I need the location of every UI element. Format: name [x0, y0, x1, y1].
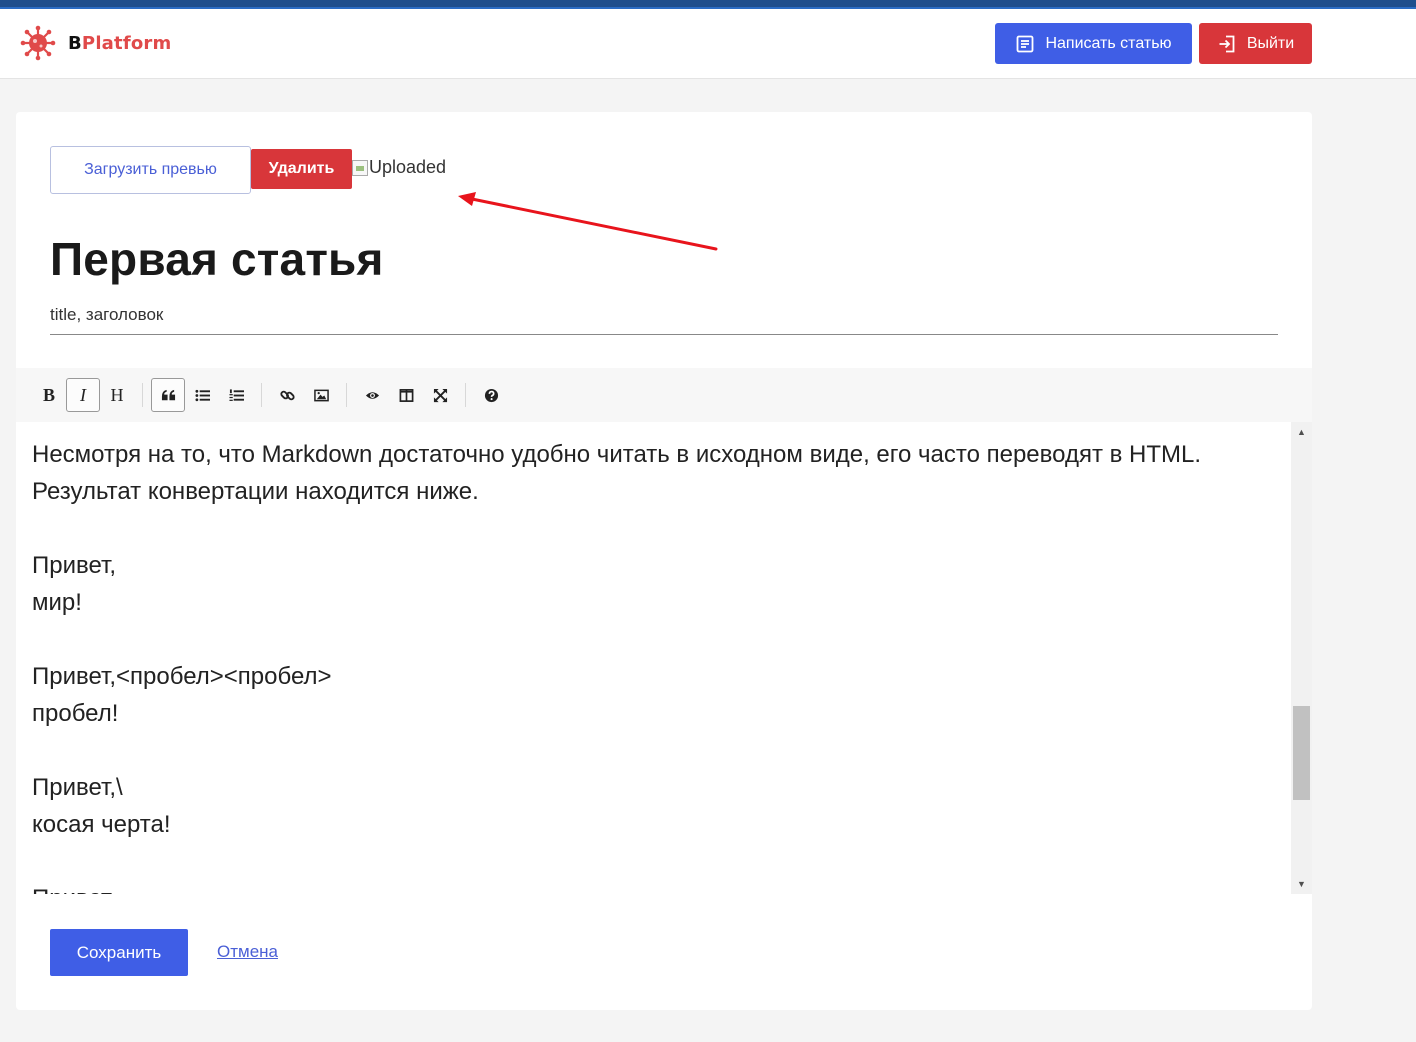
fullscreen-icon: [433, 388, 447, 402]
write-article-button[interactable]: Написать статью: [995, 23, 1192, 64]
toolbar-separator: [261, 383, 262, 407]
logo-text: BPlatform: [68, 33, 171, 54]
logout-label: Выйти: [1246, 34, 1295, 52]
quote-icon: [161, 389, 175, 400]
ordered-list-button[interactable]: [219, 378, 253, 412]
toolbar-separator: [346, 383, 347, 407]
delete-preview-button[interactable]: Удалить: [251, 149, 352, 189]
window-top-stripe: [0, 0, 1416, 9]
article-editor-card: Загрузить превью Удалить Uploaded Первая…: [16, 112, 1312, 1010]
image-icon: [313, 389, 329, 401]
bold-label: B: [42, 384, 55, 405]
image-button[interactable]: [304, 378, 338, 412]
logo[interactable]: BPlatform: [20, 25, 171, 61]
heading-label: H: [110, 384, 124, 405]
scroll-up-arrow-icon[interactable]: ▲: [1291, 422, 1312, 442]
editor-toolbar: B I H: [16, 368, 1312, 422]
italic-button[interactable]: I: [66, 378, 100, 412]
broken-image-icon: [352, 159, 368, 176]
preview-icon: [365, 391, 379, 399]
help-icon: [484, 388, 498, 402]
ordered-list-icon: [228, 388, 244, 401]
annotation-arrow: [458, 192, 718, 251]
subtitle-input[interactable]: title, заголовок: [50, 305, 1278, 335]
upload-preview-button[interactable]: Загрузить превью: [50, 146, 251, 194]
scroll-down-arrow-icon[interactable]: ▼: [1291, 874, 1312, 894]
link-icon: [279, 390, 295, 400]
logout-icon: [1219, 35, 1235, 52]
logout-button[interactable]: Выйти: [1199, 23, 1312, 64]
cancel-link[interactable]: Отмена: [217, 942, 278, 962]
bold-button[interactable]: B: [32, 378, 66, 412]
write-article-label: Написать статью: [1045, 34, 1172, 52]
editor-scrollbar[interactable]: ▲ ▼: [1291, 422, 1312, 894]
virus-logo-icon: [20, 25, 56, 61]
toolbar-separator: [142, 383, 143, 407]
document-icon: [1017, 35, 1034, 52]
link-button[interactable]: [270, 378, 304, 412]
unordered-list-icon: [194, 389, 210, 401]
logo-text-platform: Platform: [81, 32, 172, 54]
logo-text-b: B: [68, 32, 82, 54]
editor-content[interactable]: Несмотря на то, что Markdown достаточно …: [32, 436, 1288, 894]
toolbar-separator: [465, 383, 466, 407]
article-title[interactable]: Первая статья: [50, 232, 384, 286]
markdown-editor[interactable]: Несмотря на то, что Markdown достаточно …: [16, 422, 1312, 894]
app-header: BPlatform Написать статью Выйти: [0, 9, 1416, 79]
side-by-side-button[interactable]: [389, 378, 423, 412]
italic-label: I: [80, 384, 86, 405]
uploaded-preview-image: Uploaded: [352, 157, 446, 178]
fullscreen-button[interactable]: [423, 378, 457, 412]
uploaded-image-alt: Uploaded: [369, 157, 447, 177]
quote-button[interactable]: [151, 378, 185, 412]
unordered-list-button[interactable]: [185, 378, 219, 412]
save-button[interactable]: Сохранить: [50, 929, 188, 976]
heading-button[interactable]: H: [100, 378, 134, 412]
scroll-thumb[interactable]: [1293, 706, 1310, 800]
preview-button[interactable]: [355, 378, 389, 412]
side-by-side-icon: [399, 388, 413, 402]
help-button[interactable]: [474, 378, 508, 412]
